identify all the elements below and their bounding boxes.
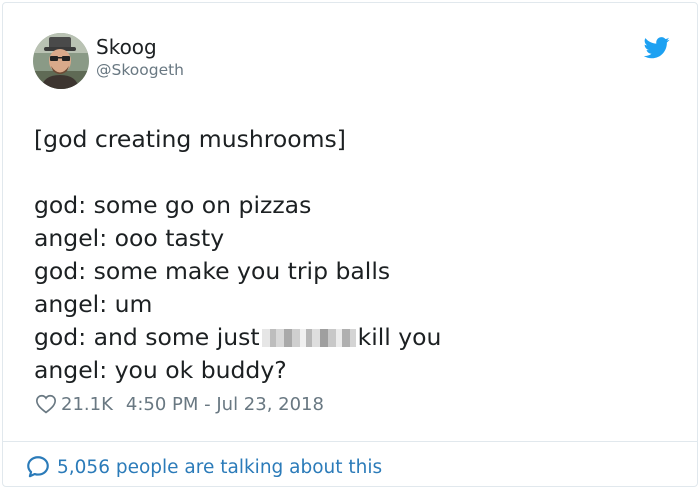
tweet-meta: 21.1K 4:50 PM - Jul 23, 2018 [35,391,324,417]
tweet-line-part: kill you [357,323,442,351]
censored-word-blur [261,328,356,347]
talking-count-label[interactable]: 5,056 people are talking about this [57,457,382,478]
like-count[interactable]: 21.1K [61,394,113,415]
footer-divider [3,441,697,442]
heart-icon[interactable] [35,393,57,415]
speech-bubble-icon [27,456,49,478]
conversation-link[interactable]: 5,056 people are talking about this [25,453,382,481]
author-avatar[interactable] [33,33,89,89]
twitter-bird-icon[interactable] [644,37,670,59]
avatar-photo-icon [33,33,89,89]
author-display-name[interactable]: Skoog [96,35,157,59]
tweet-line-part: god: and some just [34,323,260,351]
tweet-line: [god creating mushrooms] [34,125,346,153]
tweet-line-censored: god: and some just kill you [34,321,441,354]
tweet-line: angel: ooo tasty [34,224,225,252]
tweet-line: angel: um [34,290,153,318]
tweet-timestamp[interactable]: 4:50 PM - Jul 23, 2018 [126,394,324,415]
tweet-line: god: some make you trip balls [34,257,391,285]
tweet-body: [god creating mushrooms] god: some go on… [34,123,441,387]
author-handle[interactable]: @Skoogeth [96,61,184,79]
tweet-line: angel: you ok buddy? [34,356,287,384]
tweet-line: god: some go on pizzas [34,191,312,219]
tweet-card: Skoog @Skoogeth [god creating mushrooms]… [2,2,698,487]
